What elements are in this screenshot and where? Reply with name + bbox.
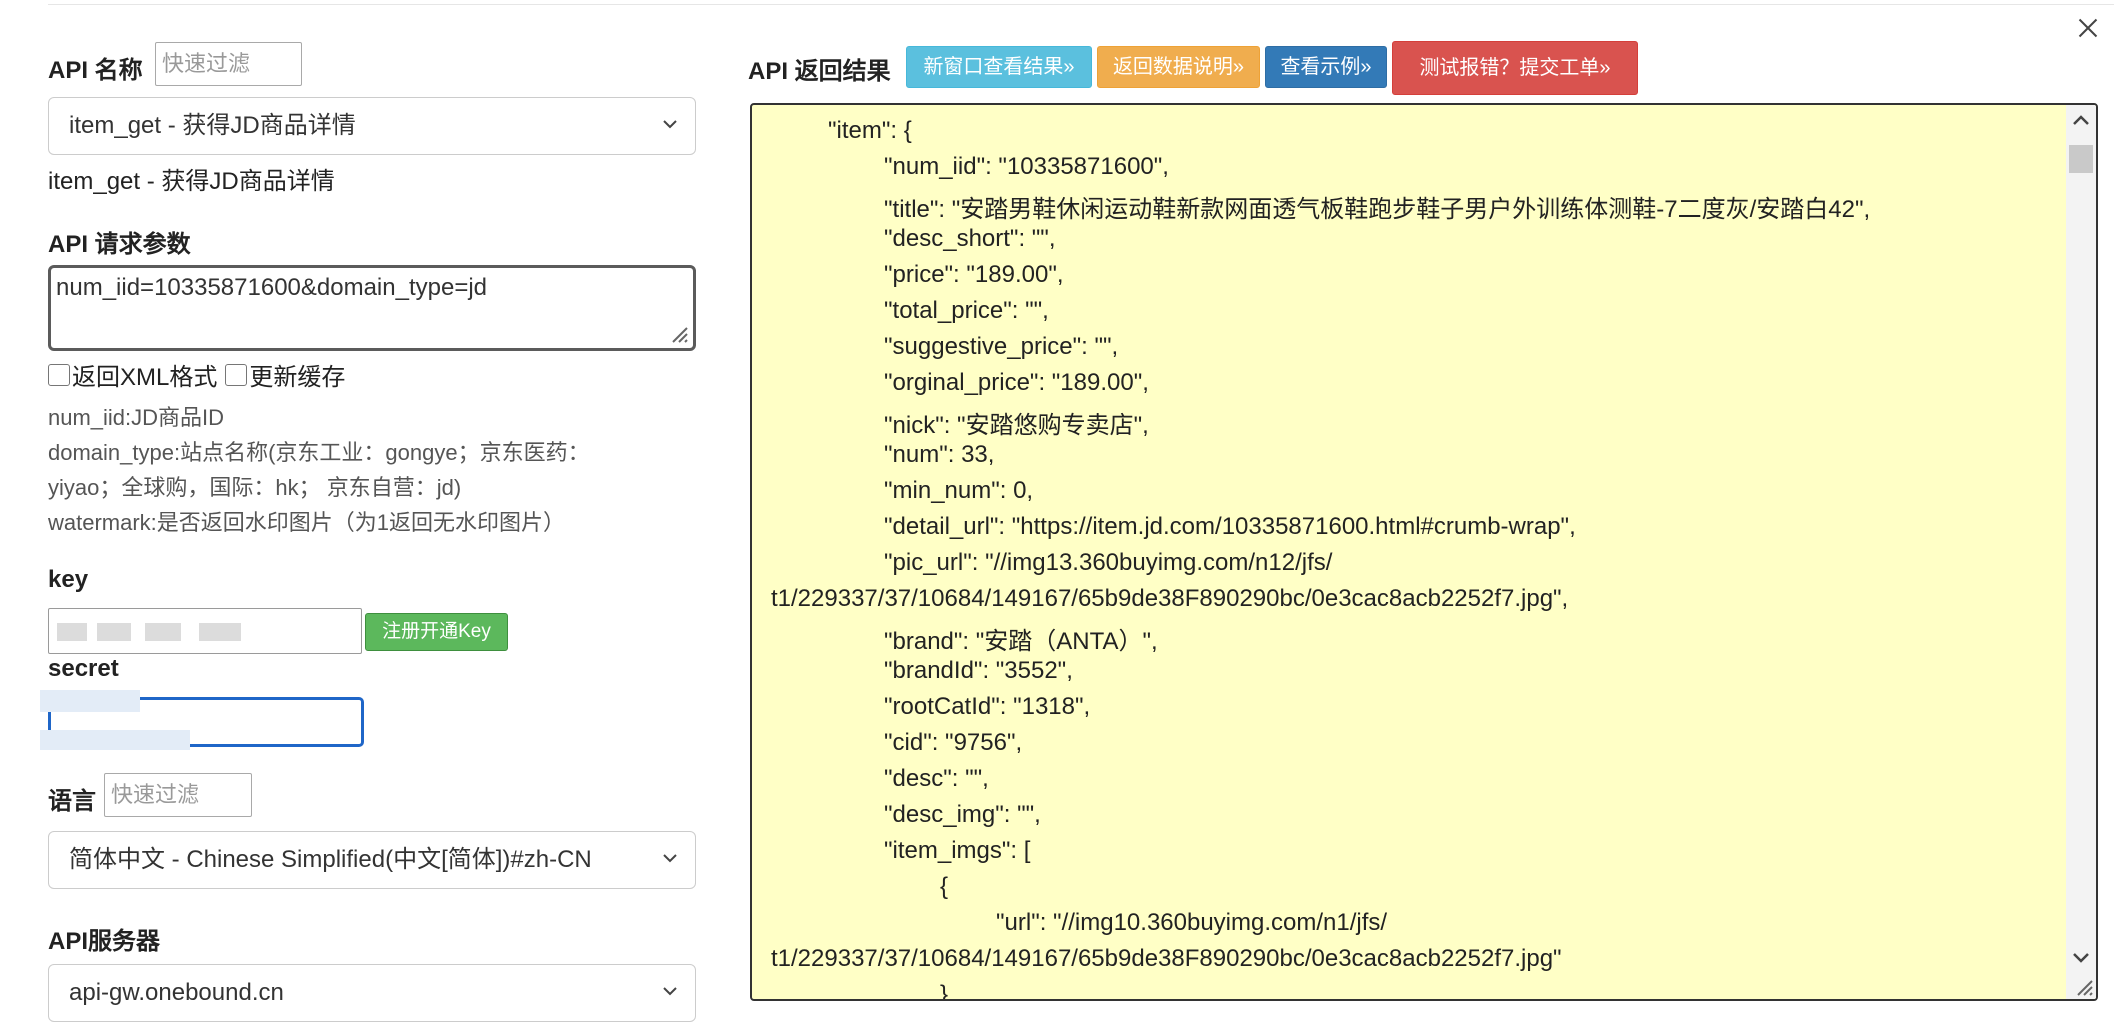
json-line: "url": "//img10.360buyimg.com/n1/jfs/ xyxy=(996,909,1388,936)
report-issue-button[interactable]: 测试报错？提交工单» xyxy=(1392,41,1638,95)
request-params-textarea[interactable]: num_iid=10335871600&domain_type=jd xyxy=(48,265,696,351)
api-name-filter-input[interactable] xyxy=(155,42,302,86)
json-line: "num_iid": "10335871600", xyxy=(884,153,1169,180)
api-name-selected: item_get - 获得JD商品详情 xyxy=(69,112,356,139)
secret-label: secret xyxy=(48,655,119,682)
request-params-label: API 请求参数 xyxy=(48,231,191,258)
json-line: "total_price": "", xyxy=(884,297,1049,324)
json-line: t1/229337/37/10684/149167/65b9de38F89029… xyxy=(771,585,1569,612)
scroll-up-icon[interactable] xyxy=(2066,105,2096,135)
json-line: "detail_url": "https://item.jd.com/10335… xyxy=(884,513,1576,540)
chevron-down-icon xyxy=(663,854,677,863)
redacted-mask xyxy=(145,623,181,641)
redacted-mask xyxy=(199,623,241,641)
language-selected: 简体中文 - Chinese Simplified(中文[简体])#zh-CN xyxy=(69,846,592,873)
json-line: "brand": "安踏（ANTA）", xyxy=(884,628,1158,655)
param-desc-line: yiyao；全球购，国际：hk； 京东自营：jd) xyxy=(48,475,462,500)
redacted-mask xyxy=(57,623,87,641)
json-line: "orginal_price": "189.00", xyxy=(884,369,1149,396)
json-line: "pic_url": "//img13.360buyimg.com/n12/jf… xyxy=(884,549,1333,576)
options-row: 返回XML格式 更新缓存 xyxy=(48,357,345,392)
json-line: "desc": "", xyxy=(884,765,989,792)
json-line: "rootCatId": "1318", xyxy=(884,693,1091,720)
api-name-caption: item_get - 获得JD商品详情 xyxy=(48,168,335,195)
chevron-down-icon xyxy=(663,120,677,129)
redacted-mask xyxy=(97,623,131,641)
result-title: API 返回结果 xyxy=(748,58,891,85)
refresh-cache-label[interactable]: 更新缓存 xyxy=(249,357,345,392)
resize-grip-icon[interactable] xyxy=(667,322,689,344)
json-line: "min_num": 0, xyxy=(884,477,1034,504)
key-input[interactable] xyxy=(48,608,362,654)
data-doc-button[interactable]: 返回数据说明» xyxy=(1097,46,1260,88)
server-label: API服务器 xyxy=(48,928,161,955)
register-key-button[interactable]: 注册开通Key xyxy=(365,613,508,651)
json-line: "suggestive_price": "", xyxy=(884,333,1119,360)
json-line: "price": "189.00", xyxy=(884,261,1064,288)
json-line: "desc_short": "", xyxy=(884,225,1056,252)
scrollbar-thumb[interactable] xyxy=(2069,145,2093,173)
redacted-mask xyxy=(40,690,140,712)
new-window-button[interactable]: 新窗口查看结果» xyxy=(906,46,1092,88)
api-name-label: API 名称 xyxy=(48,57,143,84)
param-descriptions: num_iid:JD商品ID domain_type:站点名称(京东工业：gon… xyxy=(48,400,590,540)
api-name-select[interactable]: item_get - 获得JD商品详情 xyxy=(48,97,696,155)
scroll-down-icon[interactable] xyxy=(2066,943,2096,973)
chevron-down-icon xyxy=(663,987,677,996)
json-line: "desc_img": "", xyxy=(884,801,1041,828)
json-line: "nick": "安踏悠购专卖店", xyxy=(884,412,1149,439)
language-filter-input[interactable] xyxy=(104,773,252,817)
param-desc-line: watermark:是否返回水印图片（为1返回无水印图片） xyxy=(48,510,566,535)
json-line: "item_imgs": [ xyxy=(884,837,1031,864)
result-scrollbar[interactable] xyxy=(2066,105,2096,999)
json-line: "cid": "9756", xyxy=(884,729,1023,756)
return-xml-label[interactable]: 返回XML格式 xyxy=(72,357,217,392)
key-label: key xyxy=(48,566,89,593)
resize-grip-icon[interactable] xyxy=(2072,975,2094,997)
server-selected: api-gw.onebound.cn xyxy=(69,979,284,1006)
top-divider xyxy=(48,4,2114,5)
examples-button[interactable]: 查看示例» xyxy=(1265,46,1387,88)
request-params-value: num_iid=10335871600&domain_type=jd xyxy=(56,274,488,301)
redacted-mask xyxy=(40,730,190,750)
param-desc-line: num_iid:JD商品ID xyxy=(48,405,225,430)
json-line: "title": "安踏男鞋休闲运动鞋新款网面透气板鞋跑步鞋子男户外训练体测鞋-… xyxy=(884,196,1871,223)
language-label: 语言 xyxy=(48,788,96,815)
param-desc-line: domain_type:站点名称(京东工业：gongye；京东医药： xyxy=(48,440,590,465)
json-line: "brandId": "3552", xyxy=(884,657,1073,684)
result-json-area[interactable]: "item": { "num_iid": "10335871600", "tit… xyxy=(750,103,2098,1001)
close-icon[interactable] xyxy=(2074,14,2102,42)
refresh-cache-checkbox[interactable] xyxy=(225,363,248,386)
json-line: t1/229337/37/10684/149167/65b9de38F89029… xyxy=(771,945,1562,972)
json-line: "item": { xyxy=(828,117,912,144)
language-select[interactable]: 简体中文 - Chinese Simplified(中文[简体])#zh-CN xyxy=(48,831,696,889)
return-xml-checkbox[interactable] xyxy=(48,363,70,386)
json-line: { xyxy=(940,873,949,900)
json-line: }, xyxy=(940,981,955,1001)
json-line: "num": 33, xyxy=(884,441,995,468)
server-select[interactable]: api-gw.onebound.cn xyxy=(48,964,696,1022)
